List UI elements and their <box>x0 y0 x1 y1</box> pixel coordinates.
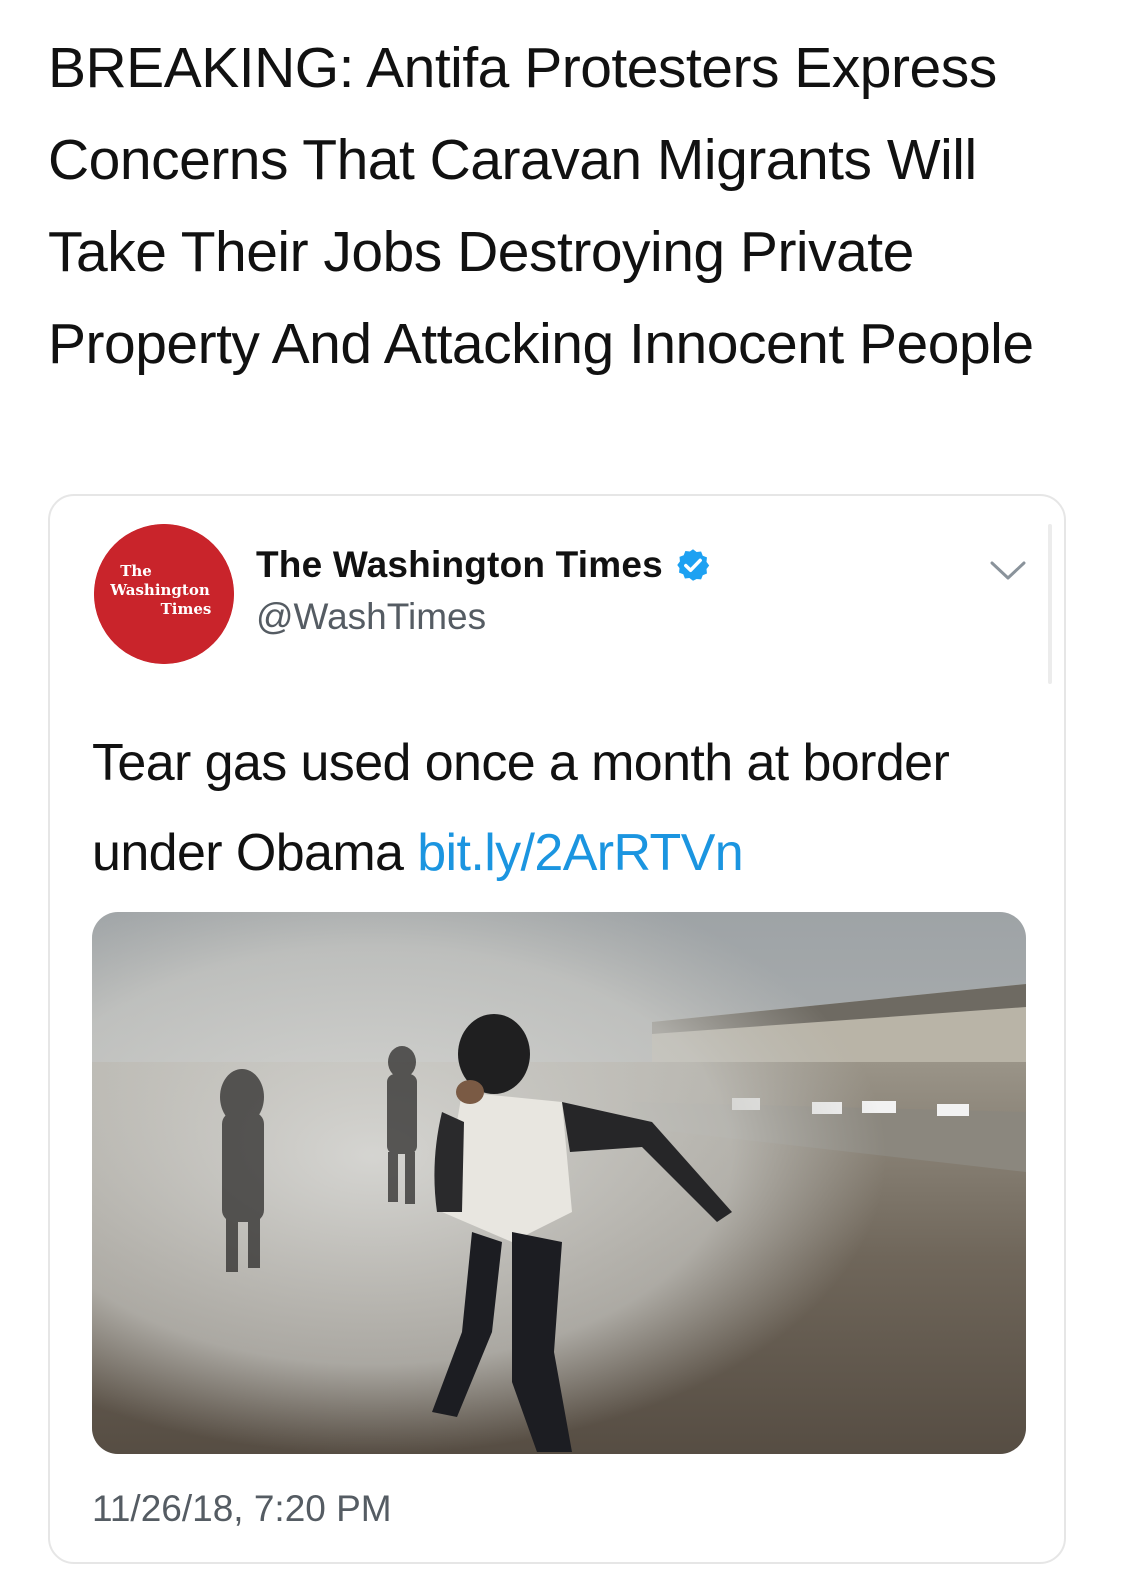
logo-word-times: Times <box>161 600 212 618</box>
tweet-text: Tear gas used once a month at border und… <box>92 718 1042 898</box>
tweet-link[interactable]: bit.ly/2ArRTVn <box>417 824 743 882</box>
photo-tear-gas-border <box>92 912 1026 1454</box>
chevron-down-icon[interactable] <box>988 558 1028 584</box>
avatar[interactable]: The Washington Times <box>94 524 234 664</box>
logo-word-washington: Washington <box>109 581 210 599</box>
meme-headline: BREAKING: Antifa Protesters Express Conc… <box>48 36 1034 376</box>
verified-badge-icon <box>677 549 710 581</box>
logo-word-the: The <box>120 562 152 580</box>
tweet-media-photo[interactable] <box>92 912 1026 1454</box>
tweet-timestamp[interactable]: 11/26/18, 7:20 PM <box>92 1488 392 1530</box>
display-name[interactable]: The Washington Times <box>256 544 663 586</box>
washington-times-logo: The Washington Times <box>94 524 234 664</box>
scroll-indicator <box>1048 524 1052 684</box>
handle[interactable]: @WashTimes <box>256 596 486 638</box>
embedded-tweet-card[interactable]: The Washington Times The Washington Time… <box>48 494 1066 1564</box>
author-name-row[interactable]: The Washington Times <box>256 544 711 586</box>
